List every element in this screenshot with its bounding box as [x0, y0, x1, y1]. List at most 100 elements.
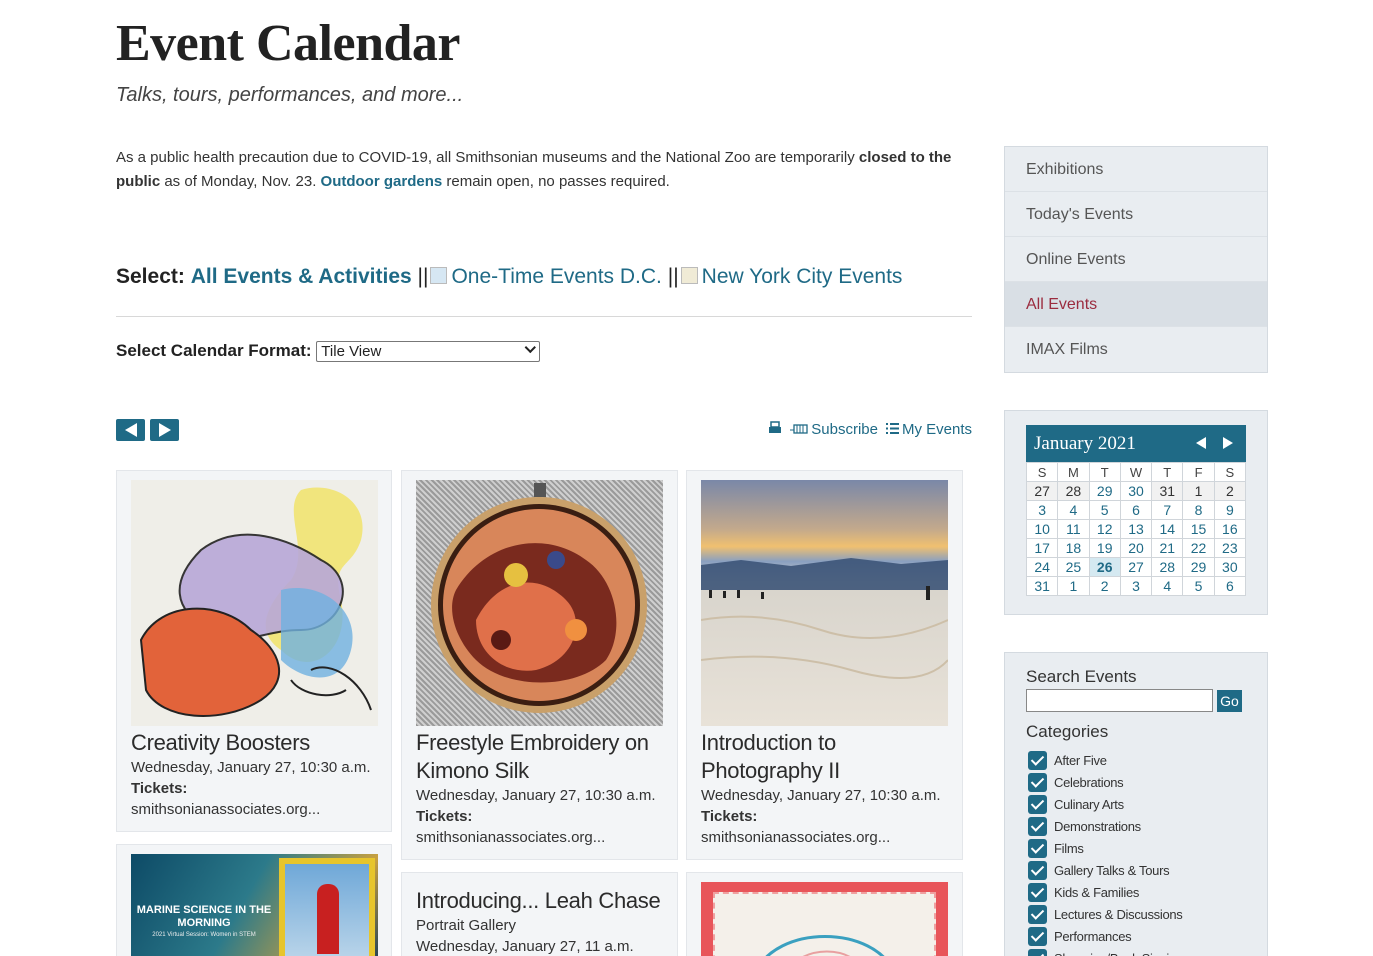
sidebar-item-imax-films[interactable]: IMAX Films	[1005, 327, 1267, 372]
prev-page-button[interactable]	[116, 419, 145, 441]
sidebar-item-exhibitions[interactable]: Exhibitions	[1005, 147, 1267, 192]
calendar-day[interactable]: 29	[1088, 481, 1121, 501]
event-card[interactable]	[686, 872, 963, 956]
calendar-day[interactable]: 2	[1213, 481, 1247, 501]
category-checkbox[interactable]	[1028, 882, 1047, 902]
nyc-events-link[interactable]: New York City Events	[702, 265, 903, 288]
calendar-day[interactable]: 23	[1213, 538, 1247, 558]
category-item[interactable]: Kids & Families	[1028, 881, 1183, 903]
calendar-day[interactable]: 22	[1182, 538, 1215, 558]
calendar-day[interactable]: 3	[1025, 500, 1059, 520]
calendar-day[interactable]: 28	[1057, 481, 1090, 501]
event-card[interactable]: Creativity Boosters Wednesday, January 2…	[116, 470, 392, 832]
calendar-day[interactable]: 19	[1088, 538, 1121, 558]
go-button[interactable]: Go	[1217, 690, 1242, 712]
category-checkbox[interactable]	[1028, 816, 1047, 836]
calendar-day[interactable]: 30	[1213, 557, 1247, 577]
category-item[interactable]: Gallery Talks & Tours	[1028, 859, 1183, 881]
calendar-day[interactable]: 26	[1088, 557, 1121, 577]
print-icon[interactable]	[768, 421, 782, 438]
search-input[interactable]	[1026, 689, 1213, 712]
event-card[interactable]: MARINE SCIENCE IN THE MORNING 2021 Virtu…	[116, 844, 392, 956]
calendar-day[interactable]: 27	[1119, 557, 1153, 577]
calendar-day[interactable]: 21	[1151, 538, 1184, 558]
prev-month-icon[interactable]	[1196, 437, 1206, 449]
calendar-day[interactable]: 28	[1151, 557, 1184, 577]
event-title[interactable]: Creativity Boosters	[131, 729, 377, 757]
calendar-day[interactable]: 16	[1213, 519, 1247, 539]
calendar-day[interactable]: 13	[1119, 519, 1153, 539]
category-checkbox[interactable]	[1028, 926, 1047, 946]
category-checkbox[interactable]	[1028, 794, 1047, 814]
event-card[interactable]: Freestyle Embroidery on Kimono Silk Wedn…	[401, 470, 678, 860]
outdoor-gardens-link[interactable]: Outdoor gardens	[321, 173, 443, 190]
calendar-day[interactable]: 12	[1088, 519, 1121, 539]
category-item[interactable]: Films	[1028, 837, 1183, 859]
format-select[interactable]: Tile View	[316, 341, 541, 363]
category-label: Kids & Families	[1054, 884, 1140, 900]
event-image[interactable]	[701, 882, 948, 956]
event-title[interactable]: Freestyle Embroidery on Kimono Silk	[416, 729, 663, 785]
one-time-events-link[interactable]: One-Time Events D.C.	[451, 265, 661, 288]
category-item[interactable]: Demonstrations	[1028, 815, 1183, 837]
tickets-link[interactable]: smithsonianassociates.org...	[131, 799, 377, 820]
calendar-day[interactable]: 15	[1182, 519, 1215, 539]
calendar-day[interactable]: 18	[1057, 538, 1090, 558]
next-page-button[interactable]	[150, 419, 179, 441]
category-item[interactable]: Culinary Arts	[1028, 793, 1183, 815]
sidebar-item-all-events[interactable]: All Events	[1005, 282, 1267, 327]
tickets-link[interactable]: smithsonianassociates.org...	[701, 827, 948, 848]
calendar-day[interactable]: 1	[1057, 576, 1090, 596]
all-events-link[interactable]: All Events & Activities	[191, 265, 412, 288]
calendar-day[interactable]: 3	[1119, 576, 1153, 596]
tickets-link[interactable]: smithsonianassociates.org...	[416, 827, 663, 848]
sidebar-item-todays-events[interactable]: Today's Events	[1005, 192, 1267, 237]
calendar-day[interactable]: 17	[1025, 538, 1059, 558]
calendar-day[interactable]: 5	[1182, 576, 1215, 596]
calendar-day[interactable]: 29	[1182, 557, 1215, 577]
category-checkbox[interactable]	[1028, 772, 1047, 792]
category-item[interactable]: After Five	[1028, 749, 1183, 771]
sidebar-item-online-events[interactable]: Online Events	[1005, 237, 1267, 282]
calendar-day[interactable]: 4	[1151, 576, 1184, 596]
calendar-day[interactable]: 6	[1213, 576, 1247, 596]
calendar-day[interactable]: 27	[1025, 481, 1059, 501]
calendar-day[interactable]: 4	[1057, 500, 1090, 520]
category-item[interactable]: Celebrations	[1028, 771, 1183, 793]
category-checkbox[interactable]	[1028, 838, 1047, 858]
calendar-day[interactable]: 7	[1151, 500, 1184, 520]
calendar-day[interactable]: 11	[1057, 519, 1090, 539]
calendar-day[interactable]: 14	[1151, 519, 1184, 539]
category-item[interactable]: Lectures & Discussions	[1028, 903, 1183, 925]
category-checkbox[interactable]	[1028, 750, 1047, 770]
my-events-link[interactable]: My Events	[885, 421, 972, 438]
event-title[interactable]: Introduction to Photography II	[701, 729, 948, 785]
event-image[interactable]	[131, 480, 378, 726]
event-card[interactable]: Introducing... Leah Chase Portrait Galle…	[401, 872, 678, 956]
next-month-icon[interactable]	[1223, 437, 1233, 449]
calendar-day[interactable]: 9	[1213, 500, 1247, 520]
calendar-day[interactable]: 5	[1088, 500, 1121, 520]
event-image[interactable]	[416, 480, 663, 726]
category-item[interactable]: Performances	[1028, 925, 1183, 947]
category-checkbox[interactable]	[1028, 904, 1047, 924]
category-item[interactable]: Shopping/Book Signing	[1028, 947, 1183, 956]
calendar-day[interactable]: 31	[1151, 481, 1184, 501]
calendar-day[interactable]: 20	[1119, 538, 1153, 558]
calendar-day[interactable]: 2	[1088, 576, 1121, 596]
calendar-day[interactable]: 30	[1119, 481, 1153, 501]
calendar-day[interactable]: 1	[1182, 481, 1215, 501]
calendar-day[interactable]: 31	[1025, 576, 1059, 596]
category-checkbox[interactable]	[1028, 860, 1047, 880]
calendar-day[interactable]: 25	[1057, 557, 1090, 577]
event-image[interactable]	[701, 480, 948, 726]
calendar-day[interactable]: 6	[1119, 500, 1153, 520]
calendar-day[interactable]: 8	[1182, 500, 1215, 520]
event-card[interactable]: Introduction to Photography II Wednesday…	[686, 470, 963, 860]
subscribe-link[interactable]: Subscribe	[790, 421, 878, 438]
event-title[interactable]: Introducing... Leah Chase	[416, 887, 663, 915]
calendar-day[interactable]: 10	[1025, 519, 1059, 539]
calendar-day[interactable]: 24	[1025, 557, 1059, 577]
category-checkbox[interactable]	[1028, 948, 1047, 956]
event-image[interactable]: MARINE SCIENCE IN THE MORNING 2021 Virtu…	[131, 854, 378, 956]
